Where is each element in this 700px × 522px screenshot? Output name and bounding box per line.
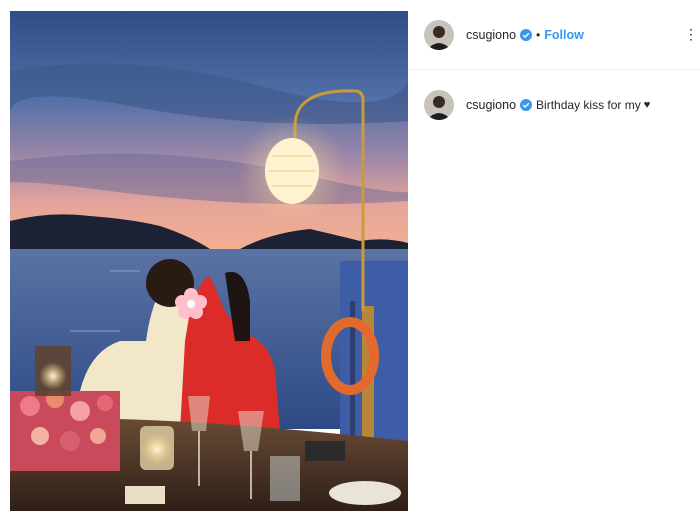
post-sidebar: csugiono • Follow ⋮ csugiono Birthday ki… <box>408 0 700 522</box>
caption-row: csugiono Birthday kiss for my ♥ <box>424 90 650 120</box>
verified-badge-icon <box>520 29 533 41</box>
caption-text: Birthday kiss for my <box>536 98 641 112</box>
caption-avatar[interactable] <box>424 90 454 120</box>
header-divider <box>408 69 700 70</box>
avatar-image <box>424 20 454 50</box>
sunset-dinner-photo <box>10 11 408 511</box>
caption-username-link[interactable]: csugiono <box>466 98 516 112</box>
avatar-image <box>424 90 454 120</box>
heart-icon: ♥ <box>643 99 651 111</box>
username-link[interactable]: csugiono <box>466 28 516 42</box>
post-header: csugiono • Follow <box>424 20 584 50</box>
follow-button[interactable]: Follow <box>544 28 584 42</box>
verified-badge-icon <box>520 99 533 111</box>
avatar[interactable] <box>424 20 454 50</box>
post-photo[interactable] <box>10 11 408 511</box>
more-options-icon[interactable]: ⋮ <box>684 26 698 43</box>
separator-dot: • <box>536 28 541 42</box>
